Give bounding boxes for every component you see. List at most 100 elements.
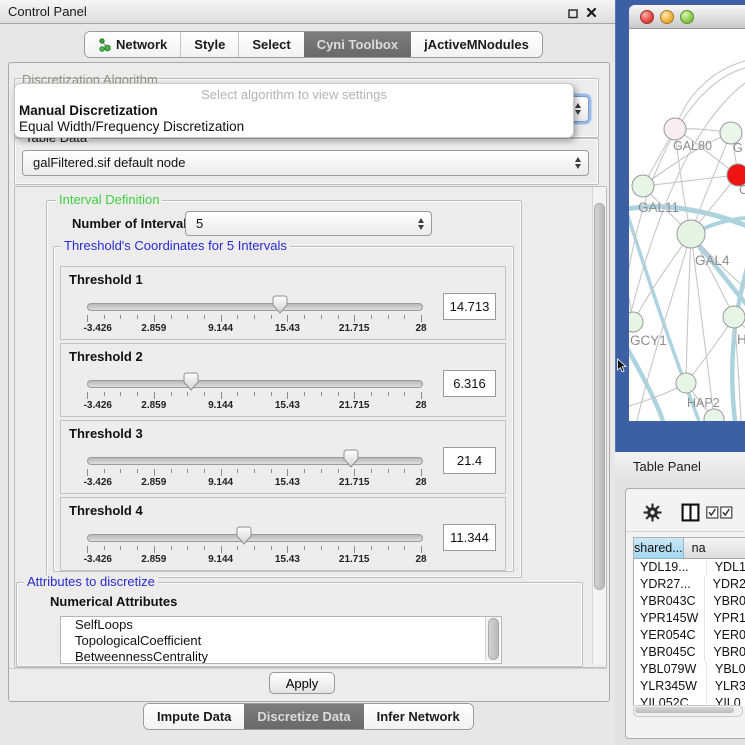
tick-mark <box>171 315 172 319</box>
slider-thumb[interactable] <box>183 372 199 391</box>
tick-mark <box>287 546 288 553</box>
tab-impute-data[interactable]: Impute Data <box>144 704 244 729</box>
attributes-list-scrollbar[interactable] <box>485 617 500 661</box>
select-columns-checkboxes-icon[interactable] <box>706 506 733 522</box>
tick-mark <box>171 469 172 473</box>
attributes-group-label: Attributes to discretize <box>24 575 158 589</box>
slider-track[interactable] <box>87 380 423 388</box>
slider-track[interactable] <box>87 303 423 311</box>
tick-mark <box>371 392 372 396</box>
threshold-value-field[interactable]: 21.4 <box>443 447 496 474</box>
column-header-shared-name[interactable]: shared... <box>634 538 684 559</box>
tick-mark <box>171 546 172 550</box>
tab-select[interactable]: Select <box>238 32 303 57</box>
network-view-window[interactable]: GAL80 G C GAL11 GAL4 GCY1 H HAP2 <box>629 5 745 421</box>
table-row[interactable]: YBL079W YBL0 <box>634 661 745 678</box>
tab-discretize-data[interactable]: Discretize Data <box>244 704 363 729</box>
tick-mark <box>421 392 422 399</box>
node-gcy1[interactable] <box>629 312 643 332</box>
tick-mark <box>104 469 105 473</box>
table-horizontal-scrollbar[interactable] <box>633 705 743 717</box>
threshold-value-field[interactable]: 14.713 <box>443 293 496 320</box>
tick-mark <box>354 469 355 476</box>
attribute-list-item[interactable]: BetweennessCentrality <box>61 649 501 664</box>
tick-mark <box>237 392 238 396</box>
cell-shared-name: YDL19... <box>634 559 707 576</box>
network-canvas[interactable]: GAL80 G C GAL11 GAL4 GCY1 H HAP2 <box>629 28 745 421</box>
tick-label: 2.859 <box>141 400 166 411</box>
tick-label: 15.43 <box>275 400 300 411</box>
tick-mark <box>187 546 188 550</box>
node-hap2[interactable] <box>676 373 696 393</box>
node-gal4[interactable] <box>677 220 705 248</box>
table-row[interactable]: YER054C YER0 <box>634 627 745 644</box>
scrollbar-thumb[interactable] <box>488 618 499 660</box>
table-row[interactable]: YBR045C YBR0 <box>634 644 745 661</box>
node-label: GAL4 <box>695 253 730 268</box>
table-row[interactable]: YPR145W YPR1 <box>634 610 745 627</box>
minimize-traffic-light-icon[interactable] <box>660 10 674 24</box>
table-settings-gear-icon[interactable] <box>643 503 662 525</box>
attribute-list-item[interactable]: SelfLoops <box>61 617 501 633</box>
table-row[interactable]: YDL19... YDL1 <box>634 559 745 576</box>
popup-item-manual-discretization[interactable]: Manual Discretization <box>19 103 158 118</box>
tick-mark <box>321 546 322 550</box>
numerical-attributes-list[interactable]: SelfLoopsTopologicalCoefficientBetweenne… <box>60 616 502 664</box>
table-row[interactable]: YLR345W YLR3 <box>634 678 745 695</box>
tick-mark <box>221 546 222 553</box>
number-of-intervals-label: Number of Intervals <box>72 216 194 231</box>
node-label: GAL80 <box>673 139 712 153</box>
close-traffic-light-icon[interactable] <box>640 10 654 24</box>
split-columns-icon[interactable] <box>681 503 700 525</box>
tick-mark <box>304 392 305 396</box>
close-icon[interactable] <box>586 6 597 21</box>
slider-track[interactable] <box>87 534 423 542</box>
tick-mark <box>338 315 339 319</box>
slider-thumb[interactable] <box>272 295 288 314</box>
tab-jactivemnodules[interactable]: jActiveMNodules <box>411 32 542 57</box>
popup-item-equal-width-frequency[interactable]: Equal Width/Frequency Discretization <box>19 119 244 134</box>
tab-style[interactable]: Style <box>180 32 238 57</box>
threshold-value-field[interactable]: 11.344 <box>443 524 496 551</box>
table-data-combobox[interactable]: galFiltered.sif default node <box>22 150 589 176</box>
cell-shared-name: YER054C <box>634 627 705 644</box>
node-partial-low-right[interactable] <box>723 306 745 328</box>
float-window-icon[interactable] <box>568 7 579 22</box>
scrollbar-thumb[interactable] <box>594 203 605 590</box>
threshold-value-field[interactable]: 6.316 <box>443 370 496 397</box>
apply-button[interactable]: Apply <box>269 672 335 694</box>
tab-label: Cyni Toolbox <box>317 37 398 52</box>
network-window-titlebar[interactable] <box>629 5 745 29</box>
tick-mark <box>287 392 288 399</box>
slider-track[interactable] <box>87 457 423 465</box>
tick-mark <box>87 469 88 476</box>
attribute-list-item[interactable]: TopologicalCoefficient <box>61 633 501 649</box>
tick-mark <box>187 469 188 473</box>
node-gal80[interactable] <box>664 118 686 140</box>
tab-infer-network[interactable]: Infer Network <box>364 704 473 729</box>
settings-vertical-scrollbar[interactable] <box>592 187 606 665</box>
number-of-intervals-value: 5 <box>196 212 203 235</box>
number-of-intervals-combobox[interactable]: 5 <box>185 211 432 236</box>
tick-mark <box>304 469 305 473</box>
slider-ticks <box>87 392 421 400</box>
tab-network[interactable]: Network <box>85 32 180 57</box>
slider-thumb[interactable] <box>343 449 359 468</box>
tab-cyni-toolbox[interactable]: Cyni Toolbox <box>304 32 411 57</box>
slider-thumb[interactable] <box>236 526 252 545</box>
table-data-value: galFiltered.sif default node <box>33 151 185 175</box>
cell-shared-name: YDR27... <box>634 576 705 593</box>
tick-mark <box>137 469 138 473</box>
tick-mark <box>388 392 389 396</box>
column-header-name[interactable]: na <box>684 538 745 559</box>
tab-label: Style <box>194 37 225 52</box>
tick-mark <box>271 392 272 396</box>
tick-label: 9.144 <box>208 477 233 488</box>
scrollbar-thumb[interactable] <box>635 707 734 713</box>
zoom-traffic-light-icon[interactable] <box>680 10 694 24</box>
table-row[interactable]: YDR27... YDR2 <box>634 576 745 593</box>
table-row[interactable]: YBR043C YBR0 <box>634 593 745 610</box>
node-gal11[interactable] <box>632 175 654 197</box>
node-label: GAL11 <box>638 200 679 215</box>
threshold-label: Threshold 3 <box>69 426 143 441</box>
